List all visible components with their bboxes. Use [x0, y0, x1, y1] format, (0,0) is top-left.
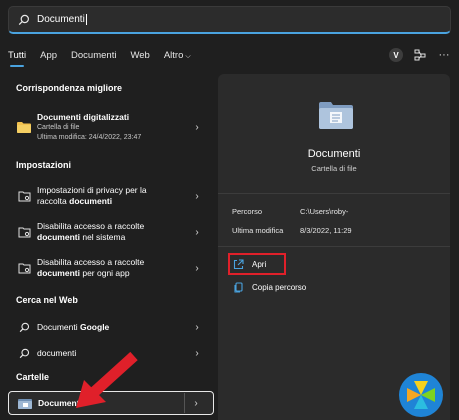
best-match-heading: Corrispondenza migliore — [16, 83, 123, 93]
tabs-right-actions: V ··· — [389, 45, 451, 65]
divider — [218, 193, 450, 194]
open-label: Apri — [252, 259, 267, 269]
path-label: Percorso — [232, 207, 263, 216]
settings-result-line1: Disabilita accesso a raccolte — [37, 257, 145, 267]
tab-documents[interactable]: Documenti — [71, 50, 116, 61]
settings-result-line1: Impostazioni di privacy per la — [37, 185, 147, 195]
best-match-name: Documenti digitalizzati — [37, 111, 130, 122]
settings-result-line1: Disabilita accesso a raccolte — [37, 221, 145, 231]
chevron-down-icon: ⌵ — [185, 52, 191, 60]
red-arrow-annotation — [76, 351, 138, 408]
more-options-icon[interactable]: ··· — [437, 48, 451, 62]
settings-heading: Impostazioni — [16, 160, 72, 170]
web-result-text: Documenti — [37, 321, 80, 332]
folders-heading: Cartelle — [16, 372, 50, 382]
tab-web[interactable]: Web — [130, 50, 149, 61]
settings-result[interactable]: Impostazioni di privacy per la raccolta … — [8, 182, 214, 210]
chevron-right-icon: › — [195, 226, 199, 238]
chevron-right-icon: › — [195, 347, 199, 359]
web-result-text: documenti — [37, 347, 77, 358]
web-search-heading: Cerca nel Web — [16, 295, 78, 305]
path-value: C:\Users\roby- — [300, 207, 349, 216]
tab-all[interactable]: Tutti — [8, 50, 26, 67]
preview-subtitle: Cartella di file — [311, 164, 357, 173]
search-bar[interactable]: Documenti — [8, 6, 451, 34]
copy-path-label: Copia percorso — [252, 282, 307, 292]
filter-tabs: Tutti App Documenti Web Altro ⌵ V ··· — [8, 45, 451, 67]
settings-result-keyword: documenti — [69, 196, 113, 206]
folder-icon — [17, 120, 31, 134]
site-logo — [399, 373, 443, 417]
settings-folder-icon — [17, 261, 31, 275]
best-match-type: Cartella di file — [37, 123, 80, 131]
tab-more[interactable]: Altro ⌵ — [164, 50, 191, 61]
settings-folder-icon — [17, 225, 31, 239]
settings-result-keyword: documenti — [37, 232, 80, 242]
settings-result-line2-post: per ogni app — [79, 268, 130, 278]
text-cursor — [85, 14, 87, 25]
settings-result-line2-pre: raccolta — [37, 196, 70, 206]
search-icon — [17, 346, 31, 360]
best-match-modified: Ultima modifica: 24/4/2022, 23:47 — [37, 133, 142, 141]
settings-result[interactable]: Disabilita accesso a raccolte documenti … — [8, 218, 214, 246]
divider — [218, 246, 450, 247]
tab-more-label: Altro — [163, 49, 184, 61]
chevron-right-icon: › — [195, 262, 199, 274]
chevron-right-icon: › — [195, 321, 199, 333]
search-icon — [17, 320, 31, 334]
copy-icon — [232, 281, 244, 293]
copy-path-action[interactable]: Copia percorso — [232, 278, 306, 296]
open-action[interactable]: Apri — [232, 255, 266, 273]
settings-result[interactable]: Disabilita accesso a raccolte documenti … — [8, 254, 214, 282]
settings-result-keyword: documenti — [37, 268, 80, 278]
open-external-icon — [232, 258, 244, 270]
modified-value: 8/3/2022, 11:29 — [300, 226, 352, 235]
preview-title: Documenti — [307, 148, 361, 160]
web-result[interactable]: Documenti Google › — [8, 317, 214, 337]
tab-apps[interactable]: App — [40, 50, 57, 61]
modified-label: Ultima modifica — [232, 226, 284, 235]
web-result-keyword: Google — [80, 321, 110, 332]
share-network-icon[interactable] — [413, 48, 427, 62]
documents-folder-icon — [319, 102, 353, 129]
chevron-right-icon: › — [195, 190, 199, 202]
chevron-right-icon[interactable]: › — [189, 398, 203, 409]
best-match-result[interactable]: Documenti digitalizzati Cartella di file… — [8, 106, 214, 148]
settings-result-line2-post: nel sistema — [79, 232, 126, 242]
search-input[interactable]: Documenti — [37, 14, 85, 25]
account-avatar[interactable]: V — [389, 48, 403, 62]
settings-folder-icon — [17, 189, 31, 203]
chevron-right-icon: › — [195, 121, 199, 133]
search-icon — [18, 14, 30, 26]
preview-pane: Documenti Cartella di file Percorso C:\U… — [218, 74, 450, 420]
documents-folder-icon — [18, 396, 32, 410]
divider — [184, 393, 185, 413]
